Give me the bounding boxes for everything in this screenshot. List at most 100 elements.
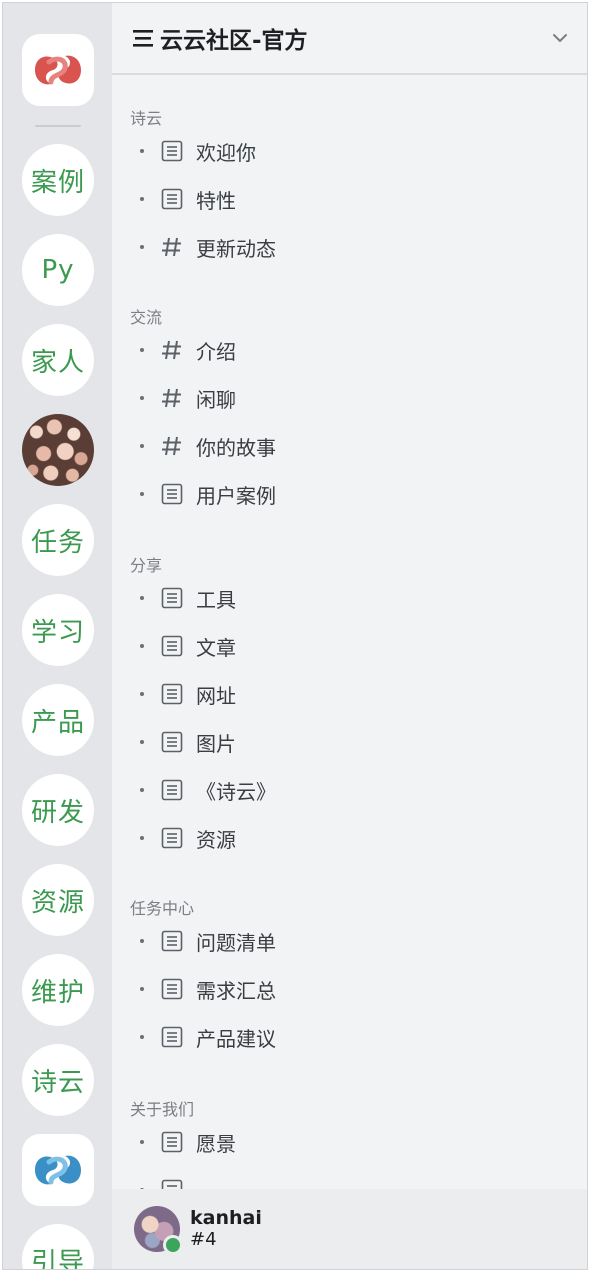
- bullet-dot: [140, 492, 144, 496]
- doc-icon: [160, 826, 184, 850]
- server-ziyuan[interactable]: 资源: [22, 864, 94, 936]
- doc-icon: [160, 187, 184, 211]
- channel-label: 你的故事: [196, 435, 276, 460]
- category-header[interactable]: 诗云: [130, 105, 162, 129]
- server-label: 引导: [30, 1247, 85, 1270]
- chevron-down-icon[interactable]: [551, 29, 569, 47]
- channel-panel: 云云社区-官方 诗云 欢迎你特性更新动态交流介绍闲聊你的故事用户案例分享工具文章网…: [112, 3, 587, 1269]
- user-info: kanhai #4: [190, 1207, 262, 1251]
- channel-item[interactable]: 图片: [132, 722, 562, 762]
- bullet-dot: [140, 348, 144, 352]
- bullet-dot: [140, 939, 144, 943]
- doc-icon: [160, 778, 184, 802]
- bullet-dot: [140, 444, 144, 448]
- bullet-dot: [140, 1035, 144, 1039]
- channel-label: 用户案例: [196, 483, 276, 508]
- channel-label: 《诗云》: [196, 779, 276, 804]
- blue-logo-icon: [35, 1155, 81, 1185]
- server-py[interactable]: Py: [22, 234, 94, 306]
- doc-icon: [160, 929, 184, 953]
- bullet-dot: [140, 149, 144, 153]
- bullet-dot: [140, 987, 144, 991]
- channel-item[interactable]: 工具: [132, 578, 562, 618]
- channel-label: 需求汇总: [196, 978, 276, 1003]
- bullet-dot: [140, 836, 144, 840]
- hash-icon: [160, 235, 184, 259]
- server-label: 案例: [30, 167, 85, 198]
- channel-label: 工具: [196, 587, 236, 612]
- channel-item[interactable]: 更新动态: [132, 227, 562, 267]
- channel-item[interactable]: 愿景: [132, 1122, 562, 1162]
- server-label: 资源: [30, 887, 85, 918]
- channel-label: 文章: [196, 635, 236, 660]
- channel-item[interactable]: 特性: [132, 179, 562, 219]
- bullet-dot: [140, 396, 144, 400]
- server-flower-image[interactable]: [22, 414, 94, 486]
- red-logo-icon: [35, 55, 81, 85]
- server-weihu[interactable]: 维护: [22, 954, 94, 1026]
- menu-icon: [133, 30, 153, 47]
- channel-item[interactable]: 介绍: [132, 330, 562, 370]
- channel-item[interactable]: 网址: [132, 674, 562, 714]
- server-name: 云云社区-官方: [160, 28, 308, 54]
- channel-item[interactable]: 产品建议: [132, 1017, 562, 1057]
- hash-icon: [160, 386, 184, 410]
- server-blue-logo[interactable]: [22, 1134, 94, 1206]
- server-yindao[interactable]: 引导: [22, 1224, 94, 1269]
- channel-item[interactable]: 你的故事: [132, 426, 562, 466]
- channel-item[interactable]: 用户案例: [132, 474, 562, 514]
- channel-label: 介绍: [196, 339, 236, 364]
- server-label: 学习: [30, 617, 85, 648]
- channel-item[interactable]: 需求汇总: [132, 969, 562, 1009]
- channel-item[interactable]: 《诗云》: [132, 770, 562, 810]
- user-panel: kanhai #4: [112, 1189, 587, 1269]
- channel-item[interactable]: 闲聊: [132, 378, 562, 418]
- server-label: 维护: [30, 977, 85, 1008]
- doc-icon: [160, 977, 184, 1001]
- channel-label: 闲聊: [196, 387, 236, 412]
- home-logo-button[interactable]: [22, 34, 94, 106]
- hash-icon: [160, 434, 184, 458]
- server-shiyun[interactable]: 诗云: [22, 1044, 94, 1116]
- doc-icon: [160, 682, 184, 706]
- category-header[interactable]: 交流: [130, 304, 162, 328]
- server-header[interactable]: 云云社区-官方: [112, 3, 587, 75]
- doc-icon: [160, 1025, 184, 1049]
- doc-icon: [160, 139, 184, 163]
- channel-list: 诗云 欢迎你特性更新动态交流介绍闲聊你的故事用户案例分享工具文章网址图片《诗云》资…: [112, 75, 587, 1191]
- server-chanpin[interactable]: 产品: [22, 684, 94, 756]
- server-label: 研发: [30, 797, 85, 828]
- channel-label: 问题清单: [196, 930, 276, 955]
- category-header[interactable]: 任务中心: [130, 895, 194, 919]
- channel-item[interactable]: [132, 1170, 562, 1191]
- bullet-dot: [140, 740, 144, 744]
- channel-label: 愿景: [196, 1131, 236, 1156]
- channel-item[interactable]: 欢迎你: [132, 131, 562, 171]
- online-status-indicator: [163, 1235, 183, 1255]
- server-anli[interactable]: 案例: [22, 144, 94, 216]
- username: kanhai: [190, 1207, 262, 1229]
- server-label: 产品: [30, 707, 85, 738]
- channel-item[interactable]: 文章: [132, 626, 562, 666]
- server-xuexi[interactable]: 学习: [22, 594, 94, 666]
- channel-label: 产品建议: [196, 1026, 276, 1051]
- avatar[interactable]: [134, 1206, 183, 1255]
- channel-item[interactable]: 问题清单: [132, 921, 562, 961]
- user-tag: #4: [190, 1229, 217, 1250]
- channel-label: 更新动态: [196, 236, 276, 261]
- server-title: 云云社区-官方: [132, 21, 308, 55]
- channel-label: 网址: [196, 683, 236, 708]
- channel-item[interactable]: 资源: [132, 818, 562, 858]
- channel-label: 资源: [196, 827, 236, 852]
- server-label: 诗云: [30, 1067, 85, 1098]
- server-jiaren[interactable]: 家人: [22, 324, 94, 396]
- doc-icon: [160, 1130, 184, 1154]
- category-header[interactable]: 关于我们: [130, 1096, 194, 1120]
- bullet-dot: [140, 596, 144, 600]
- bullet-dot: [140, 644, 144, 648]
- rail-separator: [35, 125, 81, 127]
- server-label: Py: [41, 255, 75, 285]
- category-header[interactable]: 分享: [130, 552, 162, 576]
- server-renwu[interactable]: 任务: [22, 504, 94, 576]
- server-yanfa[interactable]: 研发: [22, 774, 94, 846]
